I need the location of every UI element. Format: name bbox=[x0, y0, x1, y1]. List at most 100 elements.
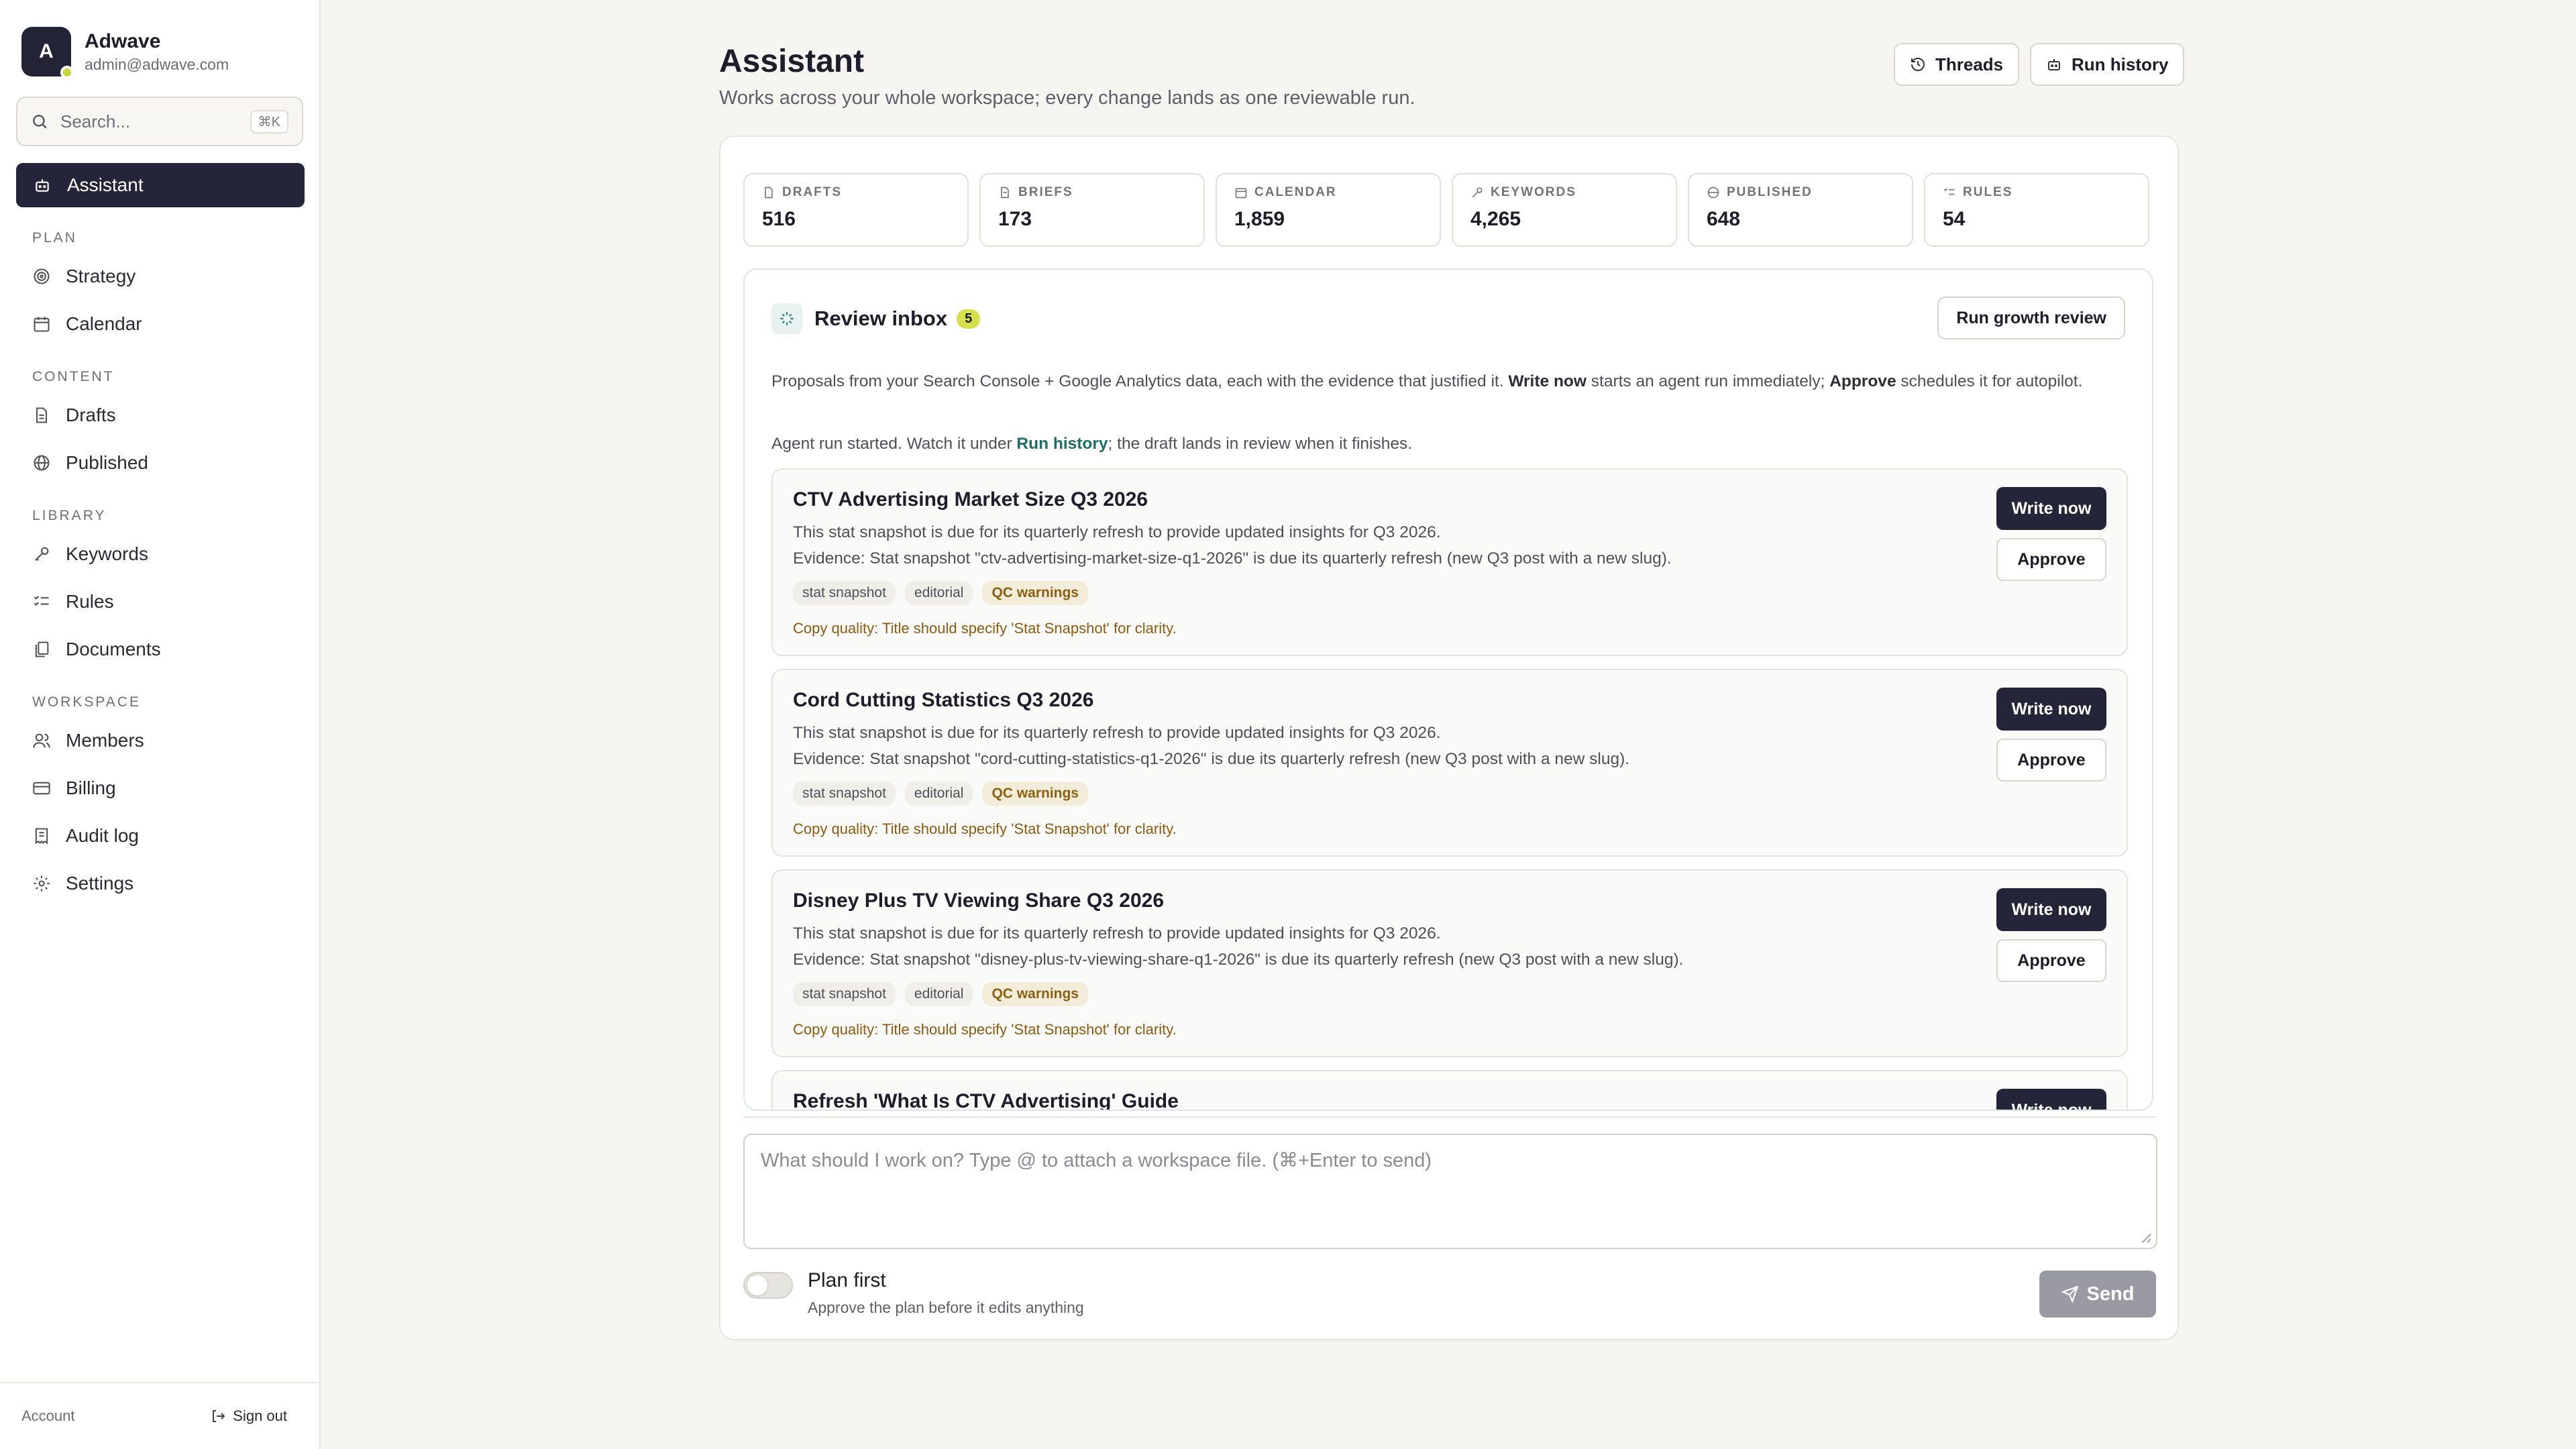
sidebar-item-documents[interactable]: Documents bbox=[32, 639, 161, 660]
sidebar-item-label: Published bbox=[66, 452, 148, 473]
assistant-panel: DRAFTS 516 BRIEFS 173 CALENDAR 1,859 KEY… bbox=[719, 136, 2179, 1340]
proposal-summary: This stat snapshot is due for its quarte… bbox=[793, 924, 1441, 943]
tag: stat snapshot bbox=[793, 581, 896, 605]
stat-card-published[interactable]: PUBLISHED 648 bbox=[1688, 173, 1913, 247]
gear-icon bbox=[34, 875, 50, 892]
toggle-knob bbox=[747, 1275, 767, 1295]
proposal-evidence: Evidence: Stat snapshot "disney-plus-tv-… bbox=[793, 951, 1684, 969]
sidebar-item-settings[interactable]: Settings bbox=[32, 873, 133, 894]
sidebar-item-audit-log[interactable]: Audit log bbox=[32, 825, 139, 847]
workspace-switcher[interactable]: A Adwave admin@adwave.com bbox=[21, 27, 229, 79]
nav-section-content: CONTENT bbox=[32, 369, 115, 384]
stat-card-briefs[interactable]: BRIEFS 173 bbox=[979, 173, 1205, 247]
desc-text: starts an agent run immediately; bbox=[1586, 372, 1830, 390]
write-now-button[interactable]: Write now bbox=[1996, 888, 2106, 931]
stat-card-calendar[interactable]: CALENDAR 1,859 bbox=[1216, 173, 1441, 247]
stat-label: BRIEFS bbox=[1018, 185, 1073, 199]
sidebar-item-rules[interactable]: Rules bbox=[32, 591, 114, 612]
resize-handle-icon[interactable] bbox=[2140, 1232, 2152, 1244]
plan-first-label: Plan first bbox=[808, 1269, 886, 1291]
qc-warning-tag: QC warnings bbox=[982, 782, 1088, 806]
prompt-placeholder: What should I work on? Type @ to attach … bbox=[761, 1150, 1432, 1171]
proposal-card: Refresh 'What Is CTV Advertising' Guide … bbox=[771, 1070, 2128, 1111]
sidebar-item-members[interactable]: Members bbox=[32, 730, 144, 751]
stat-label: RULES bbox=[1963, 185, 2013, 199]
stat-value: 516 bbox=[762, 208, 796, 230]
approve-button[interactable]: Approve bbox=[1996, 939, 2106, 982]
sidebar-item-keywords[interactable]: Keywords bbox=[32, 543, 148, 565]
write-now-button[interactable]: Write now bbox=[1996, 688, 2106, 731]
qc-warning-tag: QC warnings bbox=[982, 982, 1088, 1006]
stat-value: 4,265 bbox=[1470, 208, 1521, 230]
plan-first-toggle[interactable] bbox=[743, 1272, 793, 1299]
sidebar-item-drafts[interactable]: Drafts bbox=[32, 405, 116, 426]
proposal-evidence: Evidence: Stat snapshot "ctv-advertising… bbox=[793, 549, 1672, 568]
sidebar-item-strategy[interactable]: Strategy bbox=[32, 266, 136, 287]
sidebar-item-calendar[interactable]: Calendar bbox=[32, 313, 142, 335]
tag: editorial bbox=[904, 782, 973, 806]
sidebar-item-published[interactable]: Published bbox=[32, 452, 148, 474]
proposal-tags: stat snapshot editorial QC warnings bbox=[793, 782, 1097, 806]
proposal-summary: This stat snapshot is due for its quarte… bbox=[793, 724, 1441, 742]
sidebar-item-label: Rules bbox=[66, 591, 114, 612]
globe-icon bbox=[34, 455, 50, 471]
history-icon bbox=[1911, 57, 1925, 71]
stat-label: KEYWORDS bbox=[1491, 185, 1576, 199]
proposal-card: Cord Cutting Statistics Q3 2026 This sta… bbox=[771, 669, 2128, 857]
search-input[interactable]: Search... ⌘K bbox=[16, 97, 303, 146]
review-inbox: Review inbox 5 Run growth review Proposa… bbox=[743, 268, 2153, 1111]
threads-label: Threads bbox=[1935, 54, 2004, 74]
bot-icon bbox=[36, 179, 49, 192]
stat-card-keywords[interactable]: KEYWORDS 4,265 bbox=[1452, 173, 1677, 247]
run-history-button[interactable]: Run history bbox=[2030, 43, 2185, 86]
workspace-initial: A bbox=[39, 40, 54, 62]
proposal-card: Disney Plus TV Viewing Share Q3 2026 Thi… bbox=[771, 869, 2128, 1057]
sidebar-item-label: Audit log bbox=[66, 825, 139, 846]
sidebar-item-assistant[interactable]: Assistant bbox=[16, 163, 305, 207]
prompt-textarea[interactable]: What should I work on? Type @ to attach … bbox=[743, 1134, 2157, 1249]
stat-card-rules[interactable]: RULES 54 bbox=[1924, 173, 2149, 247]
workspace-name: Adwave bbox=[85, 30, 161, 52]
stat-card-drafts[interactable]: DRAFTS 516 bbox=[743, 173, 969, 247]
proposal-title: Refresh 'What Is CTV Advertising' Guide bbox=[793, 1090, 1179, 1111]
desc-text: schedules it for autopilot. bbox=[1896, 372, 2083, 390]
bot-icon bbox=[2048, 59, 2060, 70]
review-inbox-description: Proposals from your Search Console + Goo… bbox=[771, 369, 2127, 394]
sign-out-label: Sign out bbox=[233, 1407, 287, 1424]
proposal-title: Disney Plus TV Viewing Share Q3 2026 bbox=[793, 890, 1165, 912]
nav-section-library: LIBRARY bbox=[32, 508, 107, 523]
plan-first-description: Approve the plan before it edits anythin… bbox=[808, 1299, 1084, 1316]
run-history-link[interactable]: Run history bbox=[1016, 435, 1108, 453]
sign-out-button[interactable]: Sign out bbox=[210, 1407, 287, 1425]
composer-divider bbox=[743, 1116, 2156, 1118]
sidebar-item-label: Members bbox=[66, 730, 144, 751]
sidebar-item-label: Assistant bbox=[67, 174, 144, 195]
notice-text: Agent run started. Watch it under bbox=[771, 435, 1017, 453]
proposal-tags: stat snapshot editorial QC warnings bbox=[793, 982, 1097, 1006]
card-icon bbox=[33, 782, 50, 795]
run-history-label: Run history bbox=[2072, 54, 2169, 74]
proposal-tags: stat snapshot editorial QC warnings bbox=[793, 581, 1097, 605]
write-now-button[interactable]: Write now bbox=[1996, 1089, 2106, 1110]
account-link[interactable]: Account bbox=[21, 1407, 75, 1425]
key-icon bbox=[34, 547, 49, 561]
sidebar-item-billing[interactable]: Billing bbox=[32, 777, 116, 799]
tag: editorial bbox=[904, 581, 973, 605]
send-button[interactable]: Send bbox=[2039, 1271, 2156, 1318]
proposal-summary: This stat snapshot is due for its quarte… bbox=[793, 523, 1441, 541]
brief-icon bbox=[1001, 186, 1009, 199]
approve-button[interactable]: Approve bbox=[1996, 739, 2106, 782]
calendar-icon bbox=[34, 317, 50, 332]
threads-button[interactable]: Threads bbox=[1894, 43, 2020, 86]
write-now-button[interactable]: Write now bbox=[1996, 487, 2106, 530]
search-shortcut-hint: ⌘K bbox=[250, 109, 288, 133]
run-growth-review-button[interactable]: Run growth review bbox=[1937, 297, 2125, 339]
stat-label: DRAFTS bbox=[782, 185, 843, 199]
proposal-title: Cord Cutting Statistics Q3 2026 bbox=[793, 689, 1094, 711]
sidebar-item-label: Settings bbox=[66, 873, 134, 894]
approve-button[interactable]: Approve bbox=[1996, 538, 2106, 581]
globe-icon bbox=[1707, 186, 1719, 199]
users-icon bbox=[33, 733, 50, 748]
key-icon bbox=[1472, 187, 1483, 198]
review-inbox-count-badge: 5 bbox=[957, 309, 981, 329]
